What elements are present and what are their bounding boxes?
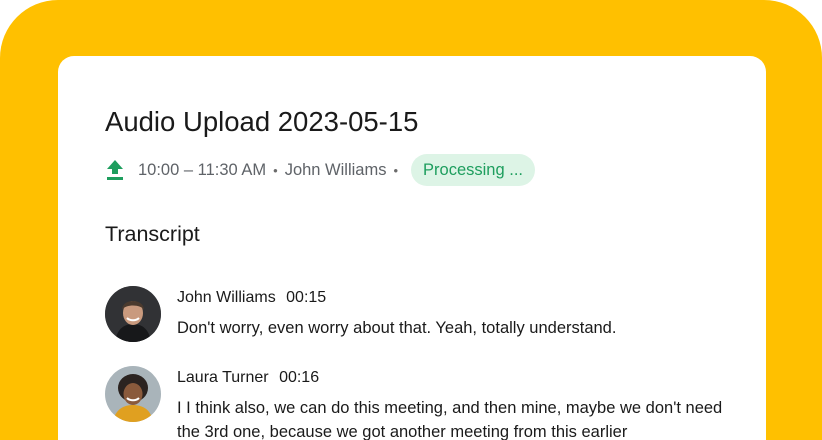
timestamp: 00:16 (279, 369, 320, 386)
recording-meta: 10:00 – 11:30 AM • John Williams • Proce… (106, 154, 535, 186)
speaker-line: Laura Turner 00:16 (177, 369, 319, 387)
utterance-text: Don't worry, even worry about that. Yeah… (177, 319, 617, 337)
owner-name: John Williams (284, 160, 387, 179)
status-badge: Processing ... (411, 154, 535, 186)
time-range: 10:00 – 11:30 AM (138, 160, 267, 179)
avatar (105, 366, 161, 422)
recording-card: Audio Upload 2023-05-15 10:00 – 11:30 AM… (58, 56, 766, 440)
speaker-name: John Williams (177, 289, 276, 306)
speaker-line: John Williams 00:15 (177, 289, 326, 307)
speaker-name: Laura Turner (177, 369, 269, 386)
page-title: Audio Upload 2023-05-15 (105, 106, 419, 137)
timestamp: 00:15 (286, 289, 327, 306)
utterance-text: I I think also, we can do this meeting, … (177, 399, 723, 440)
background-frame: Audio Upload 2023-05-15 10:00 – 11:30 AM… (0, 0, 822, 440)
avatar (105, 286, 161, 342)
upload-icon (106, 158, 126, 182)
separator-dot: • (273, 162, 278, 178)
separator-dot: • (393, 162, 399, 178)
transcript-heading: Transcript (105, 222, 200, 246)
